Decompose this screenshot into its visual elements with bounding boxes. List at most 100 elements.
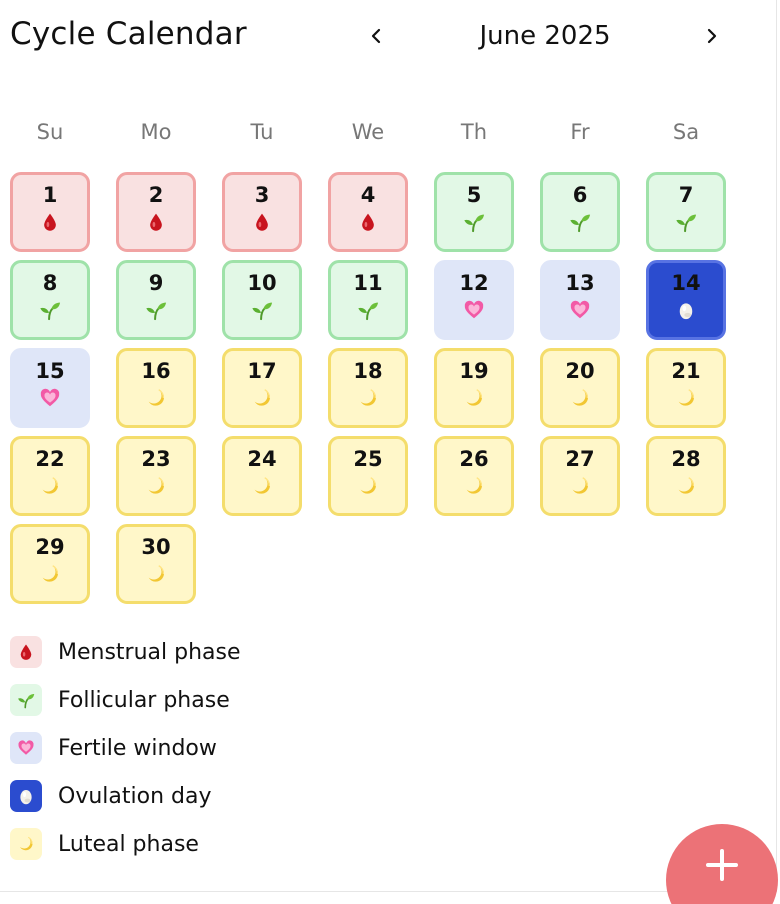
legend-item-ovulation: Ovulation day (10, 780, 211, 812)
next-month-button[interactable] (696, 20, 728, 52)
calendar-day[interactable]: 30 (116, 524, 196, 604)
calendar-day[interactable]: 26 (434, 436, 514, 516)
legend-label: Follicular phase (58, 687, 230, 713)
calendar-day[interactable]: 27 (540, 436, 620, 516)
month-label: June 2025 (479, 21, 611, 51)
seedling-icon (568, 210, 592, 234)
day-number: 5 (466, 183, 482, 207)
day-number: 17 (247, 359, 277, 383)
blood-drop-icon (10, 636, 42, 668)
day-number: 21 (671, 359, 701, 383)
day-number: 12 (459, 271, 489, 295)
blood-drop-icon (38, 210, 62, 234)
day-number: 24 (247, 447, 277, 471)
day-number: 14 (671, 271, 701, 295)
moon-icon (38, 562, 62, 586)
plus-icon (706, 849, 738, 881)
seedling-icon (144, 298, 168, 322)
calendar-day[interactable]: 24 (222, 436, 302, 516)
calendar-day[interactable]: 8 (10, 260, 90, 340)
day-number: 30 (141, 535, 171, 559)
day-number: 11 (353, 271, 383, 295)
weekday-label: Su (36, 120, 64, 144)
calendar-day[interactable]: 1 (10, 172, 90, 252)
day-number: 2 (148, 183, 164, 207)
prev-month-button[interactable] (360, 20, 392, 52)
calendar-day[interactable]: 4 (328, 172, 408, 252)
legend-item-fertile: Fertile window (10, 732, 217, 764)
legend-label: Ovulation day (58, 783, 212, 809)
calendar-day[interactable]: 29 (10, 524, 90, 604)
calendar-day[interactable]: 19 (434, 348, 514, 428)
day-number: 13 (565, 271, 595, 295)
legend-label: Fertile window (58, 735, 217, 761)
heart-icon (10, 732, 42, 764)
seedling-icon (38, 298, 62, 322)
calendar-day[interactable]: 2 (116, 172, 196, 252)
calendar-day[interactable]: 22 (10, 436, 90, 516)
day-number: 16 (141, 359, 171, 383)
heart-icon (462, 298, 486, 322)
day-number: 20 (565, 359, 595, 383)
calendar-day[interactable]: 13 (540, 260, 620, 340)
day-number: 19 (459, 359, 489, 383)
day-number: 23 (141, 447, 171, 471)
calendar-day[interactable]: 25 (328, 436, 408, 516)
moon-icon (144, 474, 168, 498)
moon-icon (144, 562, 168, 586)
calendar-day[interactable]: 7 (646, 172, 726, 252)
day-number: 7 (678, 183, 694, 207)
seedling-icon (10, 684, 42, 716)
moon-icon (674, 386, 698, 410)
day-number: 9 (148, 271, 164, 295)
moon-icon (250, 474, 274, 498)
weekday-label: Th (460, 120, 488, 144)
weekday-label: Sa (672, 120, 700, 144)
page-title: Cycle Calendar (10, 16, 247, 52)
moon-icon (356, 474, 380, 498)
moon-icon (568, 474, 592, 498)
calendar-day[interactable]: 18 (328, 348, 408, 428)
calendar-day[interactable]: 5 (434, 172, 514, 252)
day-number: 8 (42, 271, 58, 295)
calendar-day[interactable]: 10 (222, 260, 302, 340)
egg-icon (674, 298, 698, 322)
calendar-day[interactable]: 9 (116, 260, 196, 340)
calendar-day[interactable]: 14 (646, 260, 726, 340)
day-number: 4 (360, 183, 376, 207)
legend-item-luteal: Luteal phase (10, 828, 199, 860)
weekday-label: Tu (250, 120, 274, 144)
legend-item-menstrual: Menstrual phase (10, 636, 241, 668)
moon-icon (462, 474, 486, 498)
moon-icon (568, 386, 592, 410)
moon-icon (462, 386, 486, 410)
day-number: 1 (42, 183, 58, 207)
calendar-day[interactable]: 20 (540, 348, 620, 428)
chevron-left-icon (371, 28, 381, 44)
blood-drop-icon (356, 210, 380, 234)
moon-icon (250, 386, 274, 410)
legend-item-follicular: Follicular phase (10, 684, 230, 716)
calendar-day[interactable]: 3 (222, 172, 302, 252)
day-number: 28 (671, 447, 701, 471)
calendar-day[interactable]: 23 (116, 436, 196, 516)
legend-label: Luteal phase (58, 831, 199, 857)
calendar-day[interactable]: 17 (222, 348, 302, 428)
moon-icon (674, 474, 698, 498)
day-number: 15 (35, 359, 65, 383)
calendar-day[interactable]: 11 (328, 260, 408, 340)
calendar-day[interactable]: 15 (10, 348, 90, 428)
calendar-day[interactable]: 16 (116, 348, 196, 428)
moon-icon (356, 386, 380, 410)
blood-drop-icon (144, 210, 168, 234)
calendar-day[interactable]: 28 (646, 436, 726, 516)
calendar-day[interactable]: 21 (646, 348, 726, 428)
day-number: 10 (247, 271, 277, 295)
heart-icon (568, 298, 592, 322)
seedling-icon (674, 210, 698, 234)
moon-icon (10, 828, 42, 860)
calendar-day[interactable]: 12 (434, 260, 514, 340)
day-number: 29 (35, 535, 65, 559)
seedling-icon (462, 210, 486, 234)
calendar-day[interactable]: 6 (540, 172, 620, 252)
